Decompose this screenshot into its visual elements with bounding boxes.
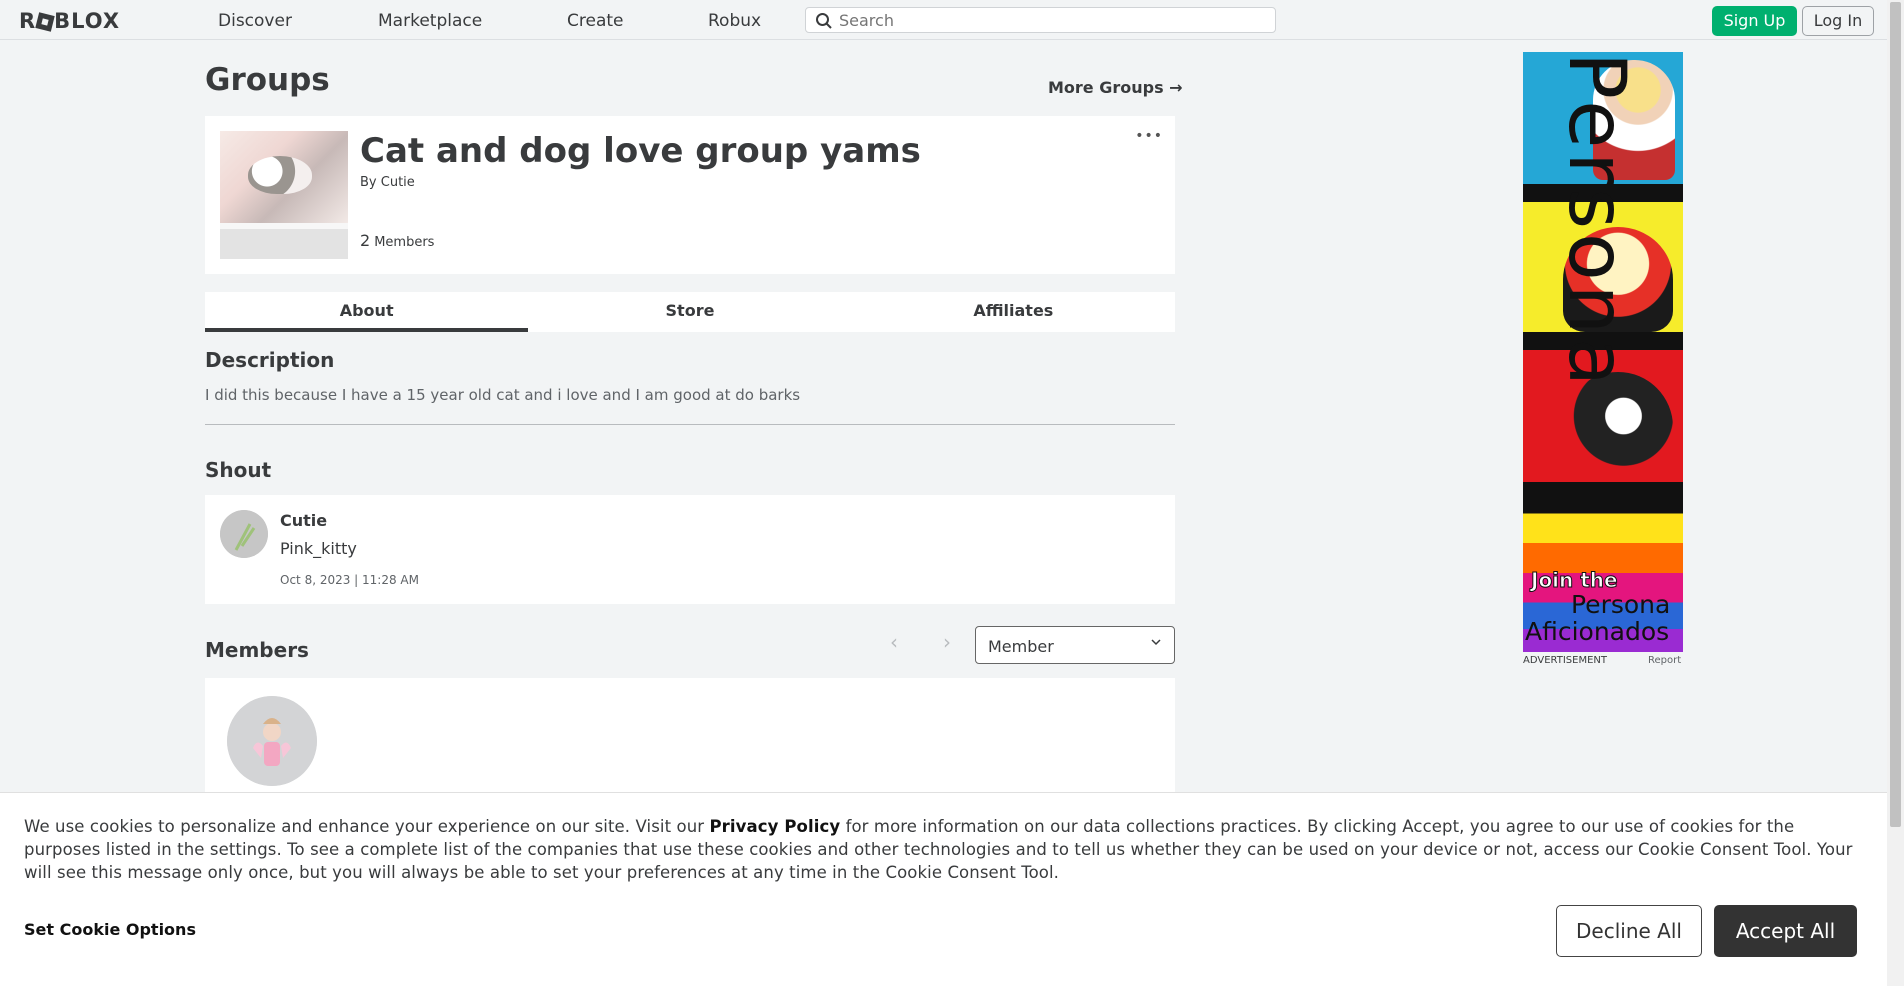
more-options-icon[interactable]: ••• <box>1135 128 1163 144</box>
cookie-banner: We use cookies to personalize and enhanc… <box>0 792 1887 986</box>
top-nav: R BLOX Discover Marketplace Create Robux … <box>0 0 1887 40</box>
member-count-label: Members <box>374 235 435 250</box>
privacy-policy-link[interactable]: Privacy Policy <box>709 817 840 836</box>
sign-up-button[interactable]: Sign Up <box>1712 6 1797 36</box>
description-heading: Description <box>205 348 335 372</box>
group-owner-line: By Cutie <box>360 175 415 190</box>
group-name: Cat and dog love group yams <box>360 131 921 171</box>
shout-timestamp: Oct 8, 2023 | 11:28 AM <box>280 573 419 587</box>
group-header-card: Cat and dog love group yams By Cutie 2 Me… <box>205 116 1175 274</box>
advertisement-label: ADVERTISEMENT <box>1523 655 1608 666</box>
group-tabs: About Store Affiliates <box>205 292 1175 332</box>
shout-heading: Shout <box>205 458 272 482</box>
ad-line-1: Persona <box>1571 590 1671 619</box>
search-input[interactable] <box>839 11 1259 29</box>
emblem-divider <box>220 223 348 229</box>
advertisement-banner[interactable]: Persona Join the Persona Aficionados <box>1523 52 1683 652</box>
more-groups-link[interactable]: More Groups → <box>1048 78 1183 97</box>
set-cookie-options-link[interactable]: Set Cookie Options <box>24 920 196 939</box>
nav-discover[interactable]: Discover <box>218 11 292 31</box>
role-filter-dropdown[interactable]: Member <box>975 626 1175 664</box>
search-icon <box>815 12 833 34</box>
report-ad-link[interactable]: Report <box>1648 655 1681 666</box>
ad-tear <box>1523 482 1683 500</box>
kitten-image <box>248 156 312 194</box>
accept-all-button[interactable]: Accept All <box>1714 905 1857 957</box>
cookie-message: We use cookies to personalize and enhanc… <box>24 815 1864 884</box>
decline-all-button[interactable]: Decline All <box>1556 905 1702 957</box>
ad-line-2: Aficionados <box>1525 617 1670 646</box>
group-emblem-image <box>220 131 348 223</box>
cookie-text-start: We use cookies to personalize and enhanc… <box>24 817 710 836</box>
search-box[interactable] <box>805 7 1276 33</box>
chevron-left-icon[interactable]: ‹ <box>890 630 898 654</box>
ad-brand-text: Persona <box>1551 52 1641 390</box>
page-scrollbar[interactable] <box>1887 0 1904 986</box>
chevron-down-icon <box>1150 636 1162 652</box>
shout-author-name[interactable]: Cutie <box>280 511 327 530</box>
nav-robux[interactable]: Robux <box>708 11 761 31</box>
page-title: Groups <box>205 62 330 98</box>
shout-author-avatar[interactable] <box>220 510 268 558</box>
scrollbar-thumb[interactable] <box>1890 2 1901 827</box>
nav-create[interactable]: Create <box>567 11 624 31</box>
roblox-logo[interactable]: R BLOX <box>19 9 120 33</box>
tab-store[interactable]: Store <box>528 292 851 332</box>
members-list <box>205 678 1175 808</box>
group-owner-link[interactable]: Cutie <box>381 175 415 190</box>
tab-affiliates[interactable]: Affiliates <box>852 292 1175 332</box>
member-count: 2 Members <box>360 231 434 250</box>
member-avatar[interactable] <box>227 696 317 786</box>
role-filter-value: Member <box>988 637 1054 656</box>
shout-card: Cutie Pink_kitty Oct 8, 2023 | 11:28 AM <box>205 495 1175 604</box>
ad-join-text: Join the <box>1531 568 1619 593</box>
group-emblem <box>220 131 348 259</box>
nav-marketplace[interactable]: Marketplace <box>378 11 482 31</box>
shout-message: Pink_kitty <box>280 539 357 558</box>
group-description: I did this because I have a 15 year old … <box>205 386 801 404</box>
member-count-value: 2 <box>360 231 371 250</box>
chevron-right-icon[interactable]: › <box>943 630 951 654</box>
log-in-button[interactable]: Log In <box>1802 6 1874 36</box>
by-prefix: By <box>360 175 377 190</box>
members-heading: Members <box>205 638 309 662</box>
section-divider <box>205 424 1175 425</box>
tab-about[interactable]: About <box>205 292 529 332</box>
